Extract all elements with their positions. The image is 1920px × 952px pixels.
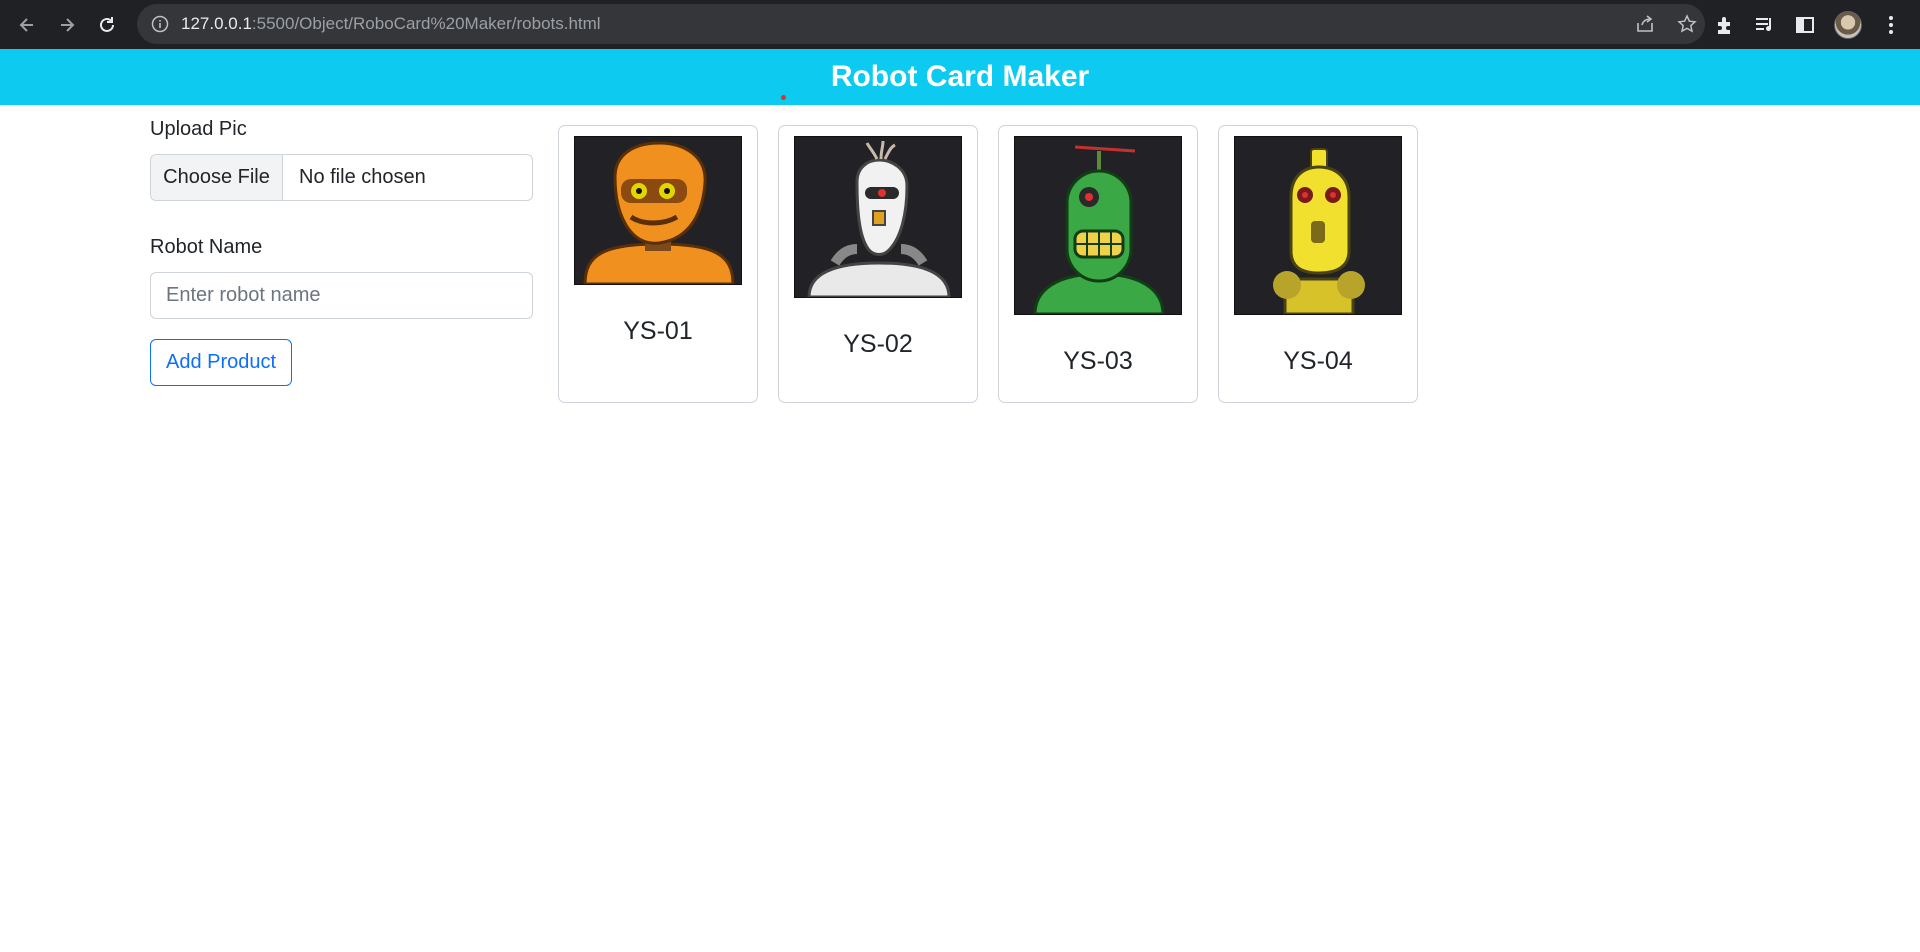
- browser-toolbar: 127.0.0.1:5500/Object/RoboCard%20Maker/r…: [0, 0, 1920, 49]
- toolbar-actions: [1714, 0, 1902, 49]
- robot-form: Upload Pic Choose File No file chosen Ro…: [150, 118, 533, 386]
- url-host: 127.0.0.1: [181, 14, 252, 33]
- side-panel-icon[interactable]: [1794, 14, 1816, 36]
- forward-arrow-icon: [61, 17, 75, 32]
- extensions-icon[interactable]: [1714, 14, 1736, 36]
- forward-button[interactable]: [47, 5, 87, 45]
- file-upload-input[interactable]: Choose File No file chosen: [150, 154, 533, 201]
- address-bar[interactable]: 127.0.0.1:5500/Object/RoboCard%20Maker/r…: [137, 4, 1705, 44]
- media-queue-icon[interactable]: [1754, 14, 1776, 36]
- kebab-menu-icon[interactable]: [1880, 14, 1902, 36]
- robot-image: [574, 136, 742, 285]
- robot-name: YS-04: [1283, 347, 1353, 375]
- robot-card: YS-03: [998, 125, 1198, 403]
- cursor-dot: [781, 95, 786, 100]
- back-button[interactable]: [7, 5, 47, 45]
- back-arrow-icon: [19, 17, 33, 32]
- file-status-text: No file chosen: [299, 166, 426, 188]
- upload-label: Upload Pic: [150, 118, 247, 140]
- robot-name: YS-01: [623, 317, 693, 345]
- profile-avatar[interactable]: [1834, 10, 1862, 39]
- robot-image: [1234, 136, 1402, 315]
- reload-icon: [100, 16, 114, 32]
- robot-name: YS-03: [1063, 347, 1133, 375]
- robot-card-list: YS-01 YS-02 YS-03 YS-04: [558, 125, 1418, 403]
- add-product-button[interactable]: Add Product: [150, 339, 293, 386]
- robot-card: YS-02: [778, 125, 978, 403]
- address-bar-actions: [1635, 4, 1697, 44]
- robot-card: YS-04: [1218, 125, 1418, 403]
- info-icon[interactable]: [151, 15, 169, 33]
- robot-name-input[interactable]: [150, 272, 533, 319]
- choose-file-button[interactable]: Choose File: [151, 155, 283, 200]
- page-header: Robot Card Maker: [0, 49, 1920, 105]
- reload-button[interactable]: [87, 5, 127, 45]
- robot-image: [1014, 136, 1182, 315]
- page-title: Robot Card Maker: [830, 60, 1090, 93]
- robot-card: YS-01: [558, 125, 758, 403]
- robot-image: [794, 136, 962, 298]
- robot-name-label: Robot Name: [150, 236, 263, 258]
- star-icon[interactable]: [1677, 14, 1697, 34]
- url-text[interactable]: 127.0.0.1:5500/Object/RoboCard%20Maker/r…: [181, 14, 601, 34]
- url-path: :5500/Object/RoboCard%20Maker/robots.htm…: [251, 14, 601, 33]
- share-icon[interactable]: [1635, 14, 1655, 34]
- robot-name: YS-02: [843, 330, 913, 358]
